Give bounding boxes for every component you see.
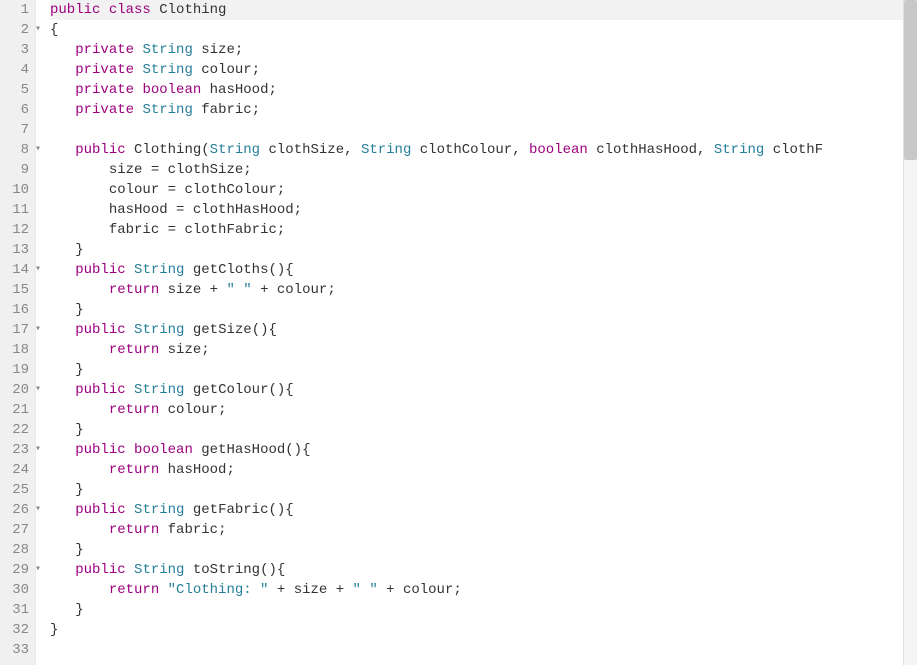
code-line[interactable]: } — [50, 420, 903, 440]
code-line[interactable]: public boolean getHasHood(){ — [50, 440, 903, 460]
line-number-gutter: 12▾345678▾91011121314▾151617▾181920▾2122… — [0, 0, 36, 665]
code-line[interactable]: } — [50, 600, 903, 620]
code-line[interactable]: hasHood = clothHasHood; — [50, 200, 903, 220]
line-number: 31 — [4, 600, 29, 620]
line-number: 15 — [4, 280, 29, 300]
line-number: 21 — [4, 400, 29, 420]
code-line[interactable]: public class Clothing — [50, 0, 903, 20]
line-number: 23▾ — [4, 440, 29, 460]
code-line[interactable]: size = clothSize; — [50, 160, 903, 180]
code-line[interactable]: public String getFabric(){ — [50, 500, 903, 520]
line-number: 17▾ — [4, 320, 29, 340]
code-line[interactable]: private boolean hasHood; — [50, 80, 903, 100]
line-number: 13 — [4, 240, 29, 260]
line-number: 10 — [4, 180, 29, 200]
code-line[interactable]: public String toString(){ — [50, 560, 903, 580]
code-line[interactable]: } — [50, 240, 903, 260]
code-line[interactable]: private String fabric; — [50, 100, 903, 120]
line-number: 5 — [4, 80, 29, 100]
line-number: 11 — [4, 200, 29, 220]
code-line[interactable]: return colour; — [50, 400, 903, 420]
code-line[interactable]: public Clothing(String clothSize, String… — [50, 140, 903, 160]
line-number: 1 — [4, 0, 29, 20]
line-number: 32 — [4, 620, 29, 640]
line-number: 29▾ — [4, 560, 29, 580]
code-line[interactable] — [50, 120, 903, 140]
line-number: 12 — [4, 220, 29, 240]
line-number: 26▾ — [4, 500, 29, 520]
line-number: 18 — [4, 340, 29, 360]
line-number: 4 — [4, 60, 29, 80]
line-number: 24 — [4, 460, 29, 480]
code-line[interactable]: } — [50, 300, 903, 320]
code-line[interactable]: public String getCloths(){ — [50, 260, 903, 280]
line-number: 28 — [4, 540, 29, 560]
line-number: 9 — [4, 160, 29, 180]
code-line[interactable]: fabric = clothFabric; — [50, 220, 903, 240]
line-number: 30 — [4, 580, 29, 600]
line-number: 27 — [4, 520, 29, 540]
code-line[interactable]: return size + " " + colour; — [50, 280, 903, 300]
code-line[interactable]: { — [50, 20, 903, 40]
line-number: 16 — [4, 300, 29, 320]
code-line[interactable]: private String colour; — [50, 60, 903, 80]
vertical-scrollbar[interactable] — [903, 0, 917, 665]
line-number: 25 — [4, 480, 29, 500]
code-line[interactable]: colour = clothColour; — [50, 180, 903, 200]
line-number: 33 — [4, 640, 29, 660]
code-editor-area[interactable]: public class Clothing{ private String si… — [36, 0, 903, 665]
line-number: 14▾ — [4, 260, 29, 280]
line-number: 22 — [4, 420, 29, 440]
code-line[interactable]: return hasHood; — [50, 460, 903, 480]
line-number: 6 — [4, 100, 29, 120]
line-number: 19 — [4, 360, 29, 380]
code-line[interactable]: return fabric; — [50, 520, 903, 540]
code-line[interactable]: } — [50, 480, 903, 500]
line-number: 8▾ — [4, 140, 29, 160]
code-line[interactable]: } — [50, 540, 903, 560]
scrollbar-thumb[interactable] — [904, 0, 917, 160]
code-line[interactable]: } — [50, 360, 903, 380]
line-number: 2▾ — [4, 20, 29, 40]
code-line[interactable]: public String getColour(){ — [50, 380, 903, 400]
line-number: 7 — [4, 120, 29, 140]
line-number: 20▾ — [4, 380, 29, 400]
code-line[interactable]: public String getSize(){ — [50, 320, 903, 340]
code-line[interactable] — [50, 640, 903, 660]
line-number: 3 — [4, 40, 29, 60]
code-line[interactable]: return "Clothing: " + size + " " + colou… — [50, 580, 903, 600]
code-line[interactable]: private String size; — [50, 40, 903, 60]
code-line[interactable]: } — [50, 620, 903, 640]
code-line[interactable]: return size; — [50, 340, 903, 360]
